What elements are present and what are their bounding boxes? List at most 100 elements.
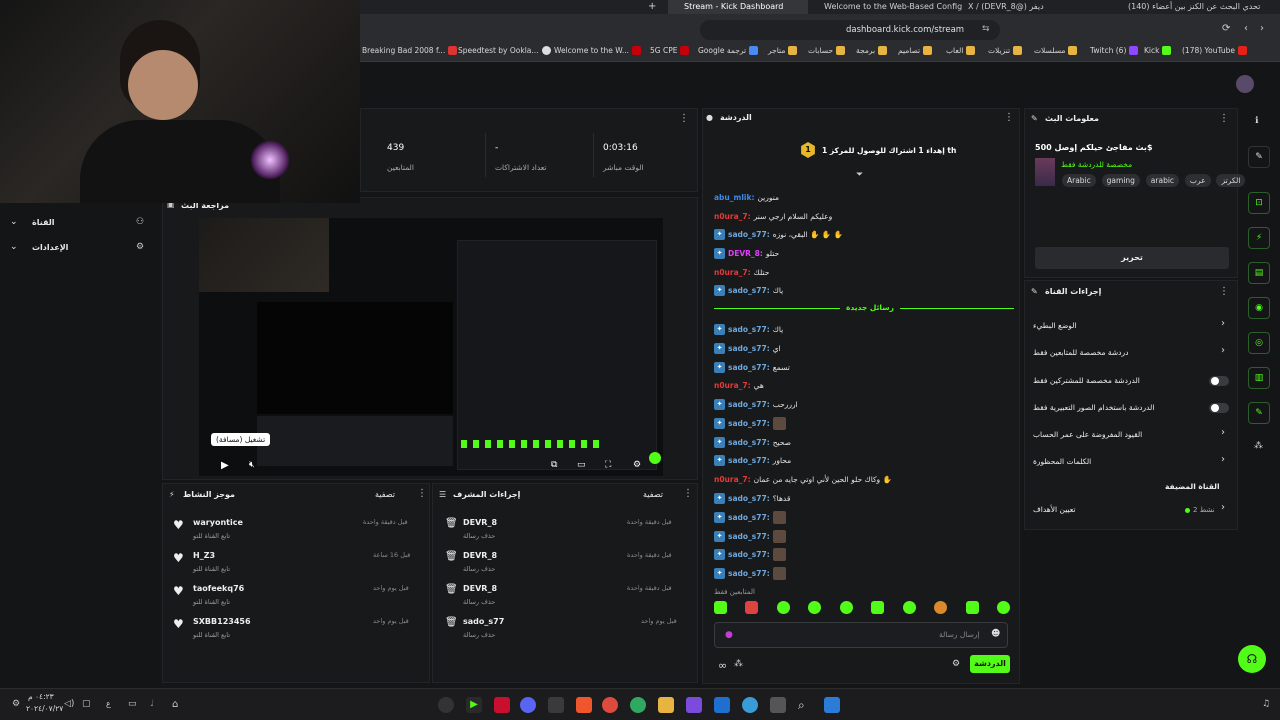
mic-icon[interactable]: ●	[725, 630, 733, 640]
language-indicator[interactable]: ع	[106, 699, 111, 708]
file-explorer-icon[interactable]	[658, 697, 674, 713]
windows-start-icon[interactable]	[824, 697, 840, 713]
chat-username[interactable]: n0ura_7:	[714, 268, 751, 277]
chat-username[interactable]: sado_s77:	[728, 456, 770, 465]
chevron-right-icon[interactable]: ›	[1221, 454, 1225, 465]
chat-input[interactable]: ● إرسال رسالة ☻	[714, 622, 1008, 648]
apps-icon[interactable]: ⁂	[1254, 441, 1263, 451]
chat-username[interactable]: sado_s77:	[728, 325, 770, 334]
wifi-icon[interactable]: ⌂	[172, 699, 178, 710]
chat-username[interactable]: sado_s77:	[728, 230, 770, 239]
chat-username[interactable]: sado_s77:	[728, 363, 770, 372]
avatar[interactable]	[1236, 75, 1254, 93]
nav-channel[interactable]: ⌄ القناة ⚇	[10, 217, 150, 231]
chrome-icon[interactable]	[630, 697, 646, 713]
send-chat-button[interactable]: الدردشة	[970, 655, 1010, 673]
emote-icon[interactable]	[839, 601, 853, 614]
edit-rail-icon[interactable]: ✎	[1248, 146, 1270, 168]
chevron-right-icon[interactable]: ›	[1221, 427, 1225, 438]
infinity-icon[interactable]: ∞	[718, 659, 727, 672]
app-icon[interactable]	[494, 697, 510, 713]
tools-icon[interactable]: ✎	[1248, 402, 1270, 424]
emote-icon[interactable]	[934, 601, 948, 614]
kebab-menu-icon[interactable]: ⋮	[1004, 112, 1014, 123]
nav-settings[interactable]: ⌄ الإعدادات ⚙	[10, 242, 150, 256]
target-icon[interactable]: ⊡	[1248, 192, 1270, 214]
brave-icon[interactable]	[576, 697, 592, 713]
chat-username[interactable]: sado_s77:	[728, 513, 770, 522]
chat-username[interactable]: sado_s77:	[728, 532, 770, 541]
bookmark-twitch[interactable]: Twitch (6)	[1090, 46, 1139, 55]
tab-web-config[interactable]: Welcome to the Web-Based Config:	[812, 0, 962, 14]
app-icon[interactable]	[548, 697, 564, 713]
chevron-right-icon[interactable]: ›	[1221, 502, 1225, 513]
emote-icon[interactable]	[965, 601, 979, 614]
emote-icon[interactable]	[745, 601, 759, 614]
chat-username[interactable]: DEVR_8:	[728, 249, 763, 258]
bookmark-breaking-bad[interactable]: Breaking Bad 2008 f...	[362, 46, 458, 55]
chat-username[interactable]: sado_s77:	[728, 494, 770, 503]
chat-username[interactable]: sado_s77:	[728, 438, 770, 447]
keyboard-icon[interactable]: ▭	[128, 699, 137, 709]
bookmark-folder[interactable]: العاب	[946, 46, 976, 55]
bookmark-5g[interactable]: 5G CPE	[650, 46, 690, 55]
chat-username[interactable]: sado_s77:	[728, 550, 770, 559]
kebab-menu-icon[interactable]: ⋮	[1219, 113, 1229, 124]
chat-username[interactable]: sado_s77:	[728, 419, 770, 428]
emote-icon[interactable]	[996, 601, 1010, 614]
filter-button[interactable]: تصفية	[643, 490, 663, 499]
chat-username[interactable]: n0ura_7:	[714, 381, 751, 390]
layout-icon[interactable]: ▥	[1248, 367, 1270, 389]
edge-icon[interactable]	[742, 697, 758, 713]
fullscreen-icon[interactable]: ⛶	[605, 460, 611, 470]
broadcast-icon[interactable]: ◎	[1248, 332, 1270, 354]
filter-button[interactable]: تصفية	[375, 490, 395, 499]
chrome-icon[interactable]	[602, 697, 618, 713]
bookmark-translate[interactable]: Google ترجمة	[698, 46, 759, 55]
mic-icon[interactable]: ♩	[150, 699, 154, 709]
app-icon[interactable]	[686, 697, 702, 713]
reload-icon[interactable]: ⟳	[1222, 23, 1230, 34]
search-icon[interactable]: ⌕	[798, 697, 814, 713]
gear-icon[interactable]: ⚙	[633, 460, 641, 470]
discord-icon[interactable]	[520, 697, 536, 713]
bookmark-folder[interactable]: برمجة	[856, 46, 888, 55]
chat-rail-icon[interactable]: ◉	[1248, 297, 1270, 319]
bookmark-folder[interactable]: حسابات	[808, 46, 846, 55]
kebab-menu-icon[interactable]: ⋮	[683, 488, 693, 499]
task-view-icon[interactable]	[770, 697, 786, 713]
emote-icon[interactable]	[902, 601, 916, 614]
emote-icon[interactable]	[714, 601, 727, 614]
volume-icon[interactable]: ◁)	[64, 699, 74, 709]
chat-username[interactable]: sado_s77:	[728, 569, 770, 578]
tab-kick-dashboard[interactable]: Stream - Kick Dashboard	[668, 0, 808, 14]
chat-username[interactable]: n0ura_7:	[714, 475, 751, 484]
bell-icon[interactable]: ♫	[1262, 699, 1270, 709]
theater-icon[interactable]: ▭	[577, 460, 586, 470]
chat-username[interactable]: n0ura_7:	[714, 212, 751, 221]
bookmark-welcome[interactable]: Welcome to the W...	[554, 46, 642, 55]
users-icon[interactable]: ⁂	[734, 659, 743, 669]
clock-time[interactable]: ٠٤:٢٣ م	[28, 692, 54, 701]
site-settings-icon[interactable]: ⇆	[982, 24, 990, 34]
play-icon[interactable]: ▶	[221, 460, 229, 471]
bookmark-speedtest[interactable]: Speedtest by Ookla...	[458, 46, 551, 55]
pip-icon[interactable]: ⧉	[551, 460, 557, 470]
bookmark-folder[interactable]: متاجر	[768, 46, 798, 55]
emoji-icon[interactable]: ☻	[991, 629, 1000, 639]
forward-icon[interactable]: ›	[1260, 23, 1264, 34]
chevron-right-icon[interactable]: ›	[1221, 345, 1225, 356]
settings-icon[interactable]: ⚙	[12, 699, 20, 709]
info-icon[interactable]: ℹ	[1255, 116, 1258, 126]
bolt-rail-icon[interactable]: ⚡︎	[1248, 227, 1270, 249]
mute-icon[interactable]: 🔇︎	[249, 460, 255, 470]
chat-username[interactable]: sado_s77:	[728, 400, 770, 409]
emote-only-toggle[interactable]	[1209, 403, 1229, 413]
chevron-right-icon[interactable]: ›	[1221, 318, 1225, 329]
app-icon[interactable]	[438, 697, 454, 713]
tab-x-devr[interactable]: X / (DEVR_8@) ديفر	[968, 0, 1118, 14]
bookmark-youtube[interactable]: (178) YouTube	[1182, 46, 1248, 55]
obs-icon[interactable]: ▶	[466, 697, 482, 713]
bookmark-folder[interactable]: تنزيلات	[988, 46, 1023, 55]
gear-icon[interactable]: ⚙	[952, 659, 960, 669]
